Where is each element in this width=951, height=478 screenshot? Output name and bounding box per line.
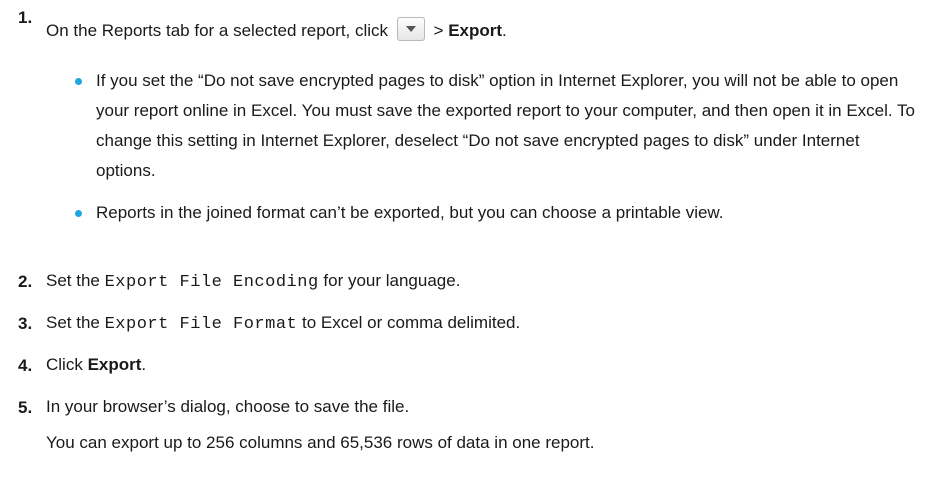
step-number: 2. xyxy=(18,272,33,291)
bullet-item: If you set the “Do not save encrypted pa… xyxy=(75,66,921,186)
export-limit-note: You can export up to 256 columns and 65,… xyxy=(46,433,595,452)
bullet-text: Reports in the joined format can’t be ex… xyxy=(96,203,724,222)
step-text-post: . xyxy=(502,21,507,40)
report-dropdown-button xyxy=(396,17,425,41)
step-number: 3. xyxy=(18,314,33,333)
step-text: Click Export. xyxy=(46,350,921,380)
field-name: Export File Format xyxy=(104,315,298,334)
field-name: Export File Encoding xyxy=(104,273,319,292)
bullet-item: Reports in the joined format can’t be ex… xyxy=(75,198,921,228)
export-menu-label: Export xyxy=(448,21,503,40)
step-number: 5. xyxy=(18,398,33,417)
step-text-post: for your language. xyxy=(323,271,461,290)
step-1-bullets: If you set the “Do not save encrypted pa… xyxy=(75,66,921,228)
step-text-pre: Set the xyxy=(46,271,100,290)
menu-path-separator: > xyxy=(433,21,444,40)
step-text-pre: Set the xyxy=(46,313,100,332)
bullet-text: If you set the “Do not save encrypted pa… xyxy=(96,71,916,180)
step-text-post: to Excel or comma delimited. xyxy=(301,313,521,332)
bullet-dot xyxy=(75,210,82,217)
step-text: Set the Export File Format to Excel or c… xyxy=(46,308,921,340)
step-text-post: . xyxy=(141,355,147,374)
step-text-pre: On the Reports tab for a selected report… xyxy=(46,21,389,40)
step-text: Set the Export File Encoding for your la… xyxy=(46,266,921,298)
step-text: In your browser’s dialog, choose to save… xyxy=(46,397,410,416)
instructions-document: 1. On the Reports tab for a selected rep… xyxy=(0,0,951,478)
export-button-label: Export xyxy=(87,355,142,374)
step-number: 4. xyxy=(18,356,33,375)
bullet-dot xyxy=(75,78,82,85)
step-text-pre: Click xyxy=(46,355,83,374)
step-number: 1. xyxy=(18,8,33,27)
chevron-down-icon xyxy=(405,26,416,32)
step-text: On the Reports tab for a selected report… xyxy=(46,16,921,46)
